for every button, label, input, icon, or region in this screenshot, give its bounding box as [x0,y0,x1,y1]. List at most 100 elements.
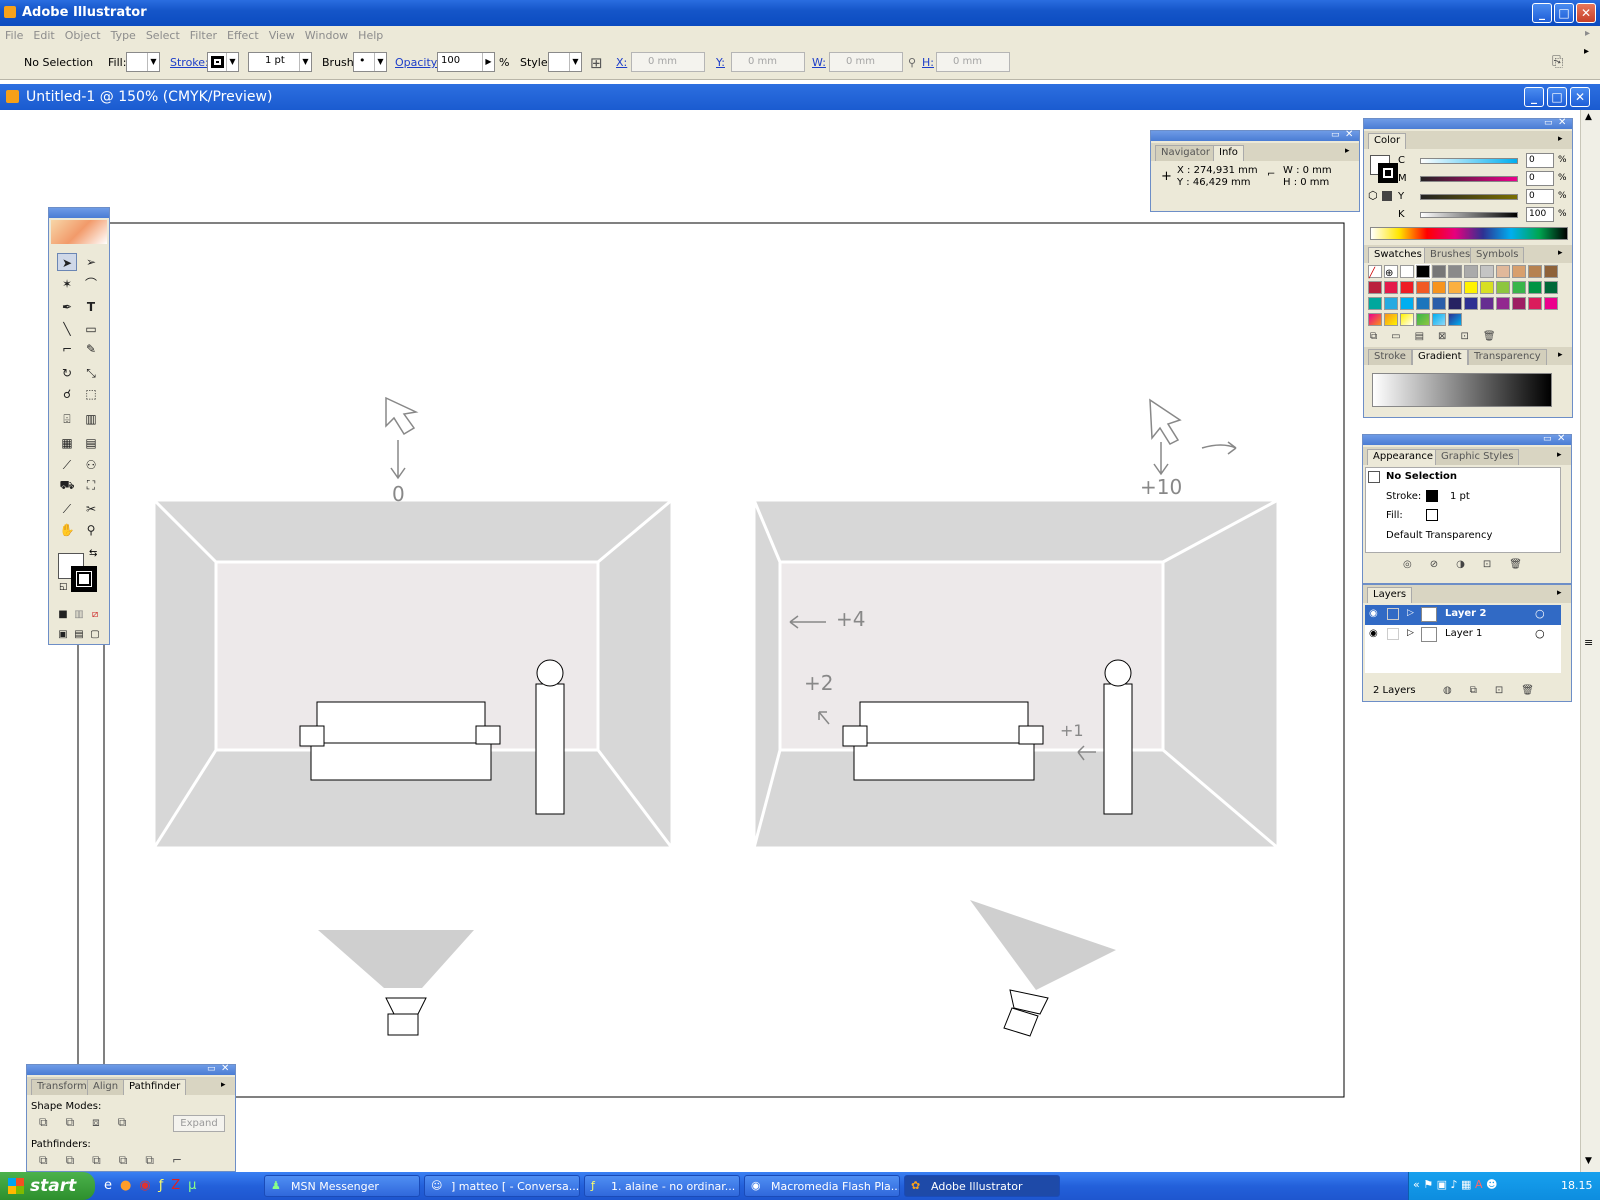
swatch[interactable] [1384,297,1398,310]
tab-pathfinder[interactable]: Pathfinder [123,1079,187,1095]
visibility-eye-icon[interactable]: ◉ [1369,628,1378,639]
stroke-swatch[interactable]: ▼ [207,52,239,72]
target-circle-icon[interactable]: ○ [1535,607,1545,620]
info-panel-minimize-icon[interactable]: ▭ [1331,130,1340,140]
menu-type[interactable]: Type [111,29,136,42]
w-field[interactable]: 0 mm [829,52,903,72]
brush-dropdown[interactable]: • ▼ [353,52,387,72]
zoom-tool-icon[interactable]: ⚲ [81,521,101,539]
tab-brushes[interactable]: Brushes [1424,247,1477,263]
tray-antivirus-icon[interactable]: ⚑ [1423,1178,1433,1191]
swatch[interactable] [1528,297,1542,310]
add-to-shape-area-icon[interactable]: ⧉ [39,1115,48,1129]
slider-y[interactable] [1420,194,1518,200]
input-c[interactable]: 0 [1526,153,1554,168]
tab-transform[interactable]: Transform [31,1079,93,1095]
appearance-transparency[interactable]: Default Transparency [1386,530,1492,541]
stroke-weight-field[interactable]: 1 pt ▼ [248,52,312,72]
expand-triangle-icon[interactable]: ▷ [1407,608,1414,618]
close-button[interactable]: ✕ [1576,3,1596,23]
scroll-thumb-icon[interactable]: ≡ [1584,636,1593,649]
tab-info[interactable]: Info [1213,145,1244,161]
slice-tool-icon[interactable]: ⟋ [57,500,77,518]
task-adobe-illustrator[interactable]: ✿ Adobe Illustrator [904,1175,1060,1197]
appearance-panel-close-icon[interactable]: ✕ [1557,433,1565,444]
new-swatch-icon[interactable]: ⊡ [1460,331,1468,342]
control-bar-menu-icon[interactable]: ▸ [1584,46,1589,57]
tab-swatches[interactable]: Swatches [1368,247,1428,263]
swatch[interactable] [1464,265,1478,278]
line-tool-icon[interactable]: ╲ [57,320,77,338]
swatch[interactable] [1512,281,1526,294]
swatch[interactable] [1384,313,1398,326]
y-field[interactable]: 0 mm [731,52,805,72]
minimize-button[interactable]: _ [1532,3,1552,23]
swatches-menu-icon[interactable]: ▸ [1558,248,1563,258]
visibility-eye-icon[interactable]: ◉ [1369,608,1378,619]
maximize-button[interactable]: □ [1554,3,1574,23]
magic-wand-tool-icon[interactable]: ✶ [57,275,77,293]
lock-toggle[interactable] [1387,608,1399,620]
minus-back-icon[interactable]: ⌐ [172,1153,182,1167]
none-mode-icon[interactable]: ⧄ [85,606,105,624]
firefox-icon[interactable]: ● [120,1178,131,1193]
lasso-tool-icon[interactable]: ⌒ [81,275,101,293]
link-icon[interactable]: ⚲ [908,56,916,69]
rotate-tool-icon[interactable]: ↻ [57,364,77,382]
tray-adobe-icon[interactable]: A [1475,1178,1483,1191]
layer-name[interactable]: Layer 2 [1445,608,1486,619]
opacity-label[interactable]: Opacity: [395,56,440,69]
swatch[interactable] [1448,297,1462,310]
outline-icon[interactable]: ⧉ [145,1153,154,1167]
expand-triangle-icon[interactable]: ▷ [1407,628,1414,638]
make-clipping-mask-icon[interactable]: ◍ [1443,685,1452,696]
lock-toggle[interactable] [1387,628,1399,640]
paintbrush-tool-icon[interactable]: ⌐ [57,340,77,358]
swatch[interactable] [1416,297,1430,310]
gradient-tool-icon[interactable]: ▤ [81,434,101,452]
style-dropdown[interactable]: ▼ [548,52,582,72]
opacity-field[interactable]: 100 ▶ [437,52,495,72]
h-field[interactable]: 0 mm [936,52,1010,72]
intersect-shape-areas-icon[interactable]: ⧈ [92,1115,100,1129]
rectangle-tool-icon[interactable]: ▭ [81,320,101,338]
show-gradient-swatches-icon[interactable]: ▤ [1415,331,1424,342]
swatch[interactable] [1544,265,1558,278]
swatch[interactable] [1448,313,1462,326]
duplicate-item-icon[interactable]: ⊡ [1483,559,1491,570]
swatch[interactable] [1448,281,1462,294]
stroke-color-box[interactable] [71,566,97,592]
appearance-fill-label[interactable]: Fill: [1386,510,1403,521]
full-screen-mode-icon[interactable]: ▢ [85,626,105,644]
swatch[interactable] [1512,265,1526,278]
swatch[interactable] [1528,265,1542,278]
tab-stroke[interactable]: Stroke [1368,349,1412,365]
pathfinder-menu-icon[interactable]: ▸ [221,1080,226,1090]
tab-layers[interactable]: Layers [1367,587,1413,603]
vertical-scrollbar[interactable]: ▲ ≡ ▼ [1580,110,1600,1172]
swatch[interactable] [1544,297,1558,310]
tab-align[interactable]: Align [87,1079,125,1095]
swatch[interactable] [1448,265,1462,278]
swatch[interactable] [1432,297,1446,310]
reduce-to-basic-appearance-icon[interactable]: ◑ [1456,559,1465,570]
fill-swatch[interactable]: ▼ [126,52,160,72]
swatch[interactable] [1400,297,1414,310]
swatch[interactable] [1528,281,1542,294]
free-transform-tool-icon[interactable]: ⬚ [81,385,101,403]
color-panel-minimize-icon[interactable]: ▭ [1544,118,1553,128]
menu-object[interactable]: Object [65,29,101,42]
pathfinder-panel-close-icon[interactable]: ✕ [221,1063,229,1074]
doc-maximize-button[interactable]: □ [1547,87,1567,107]
tray-monitor-icon[interactable]: ▦ [1461,1178,1471,1191]
tray-msn-icon[interactable]: ☻ [1486,1178,1497,1191]
scroll-up-icon[interactable]: ▲ [1585,112,1592,122]
task-msn-messenger[interactable]: ♟ MSN Messenger [264,1175,420,1197]
new-layer-icon[interactable]: ⊡ [1495,685,1503,696]
layers-menu-icon[interactable]: ▸ [1557,588,1562,598]
swatch-libraries-icon[interactable]: ⧉ [1370,331,1377,342]
graph-tool-icon[interactable]: ▥ [81,410,101,428]
show-all-swatches-icon[interactable]: ▭ [1391,331,1400,342]
merge-icon[interactable]: ⧉ [92,1153,101,1167]
swatch[interactable] [1544,281,1558,294]
